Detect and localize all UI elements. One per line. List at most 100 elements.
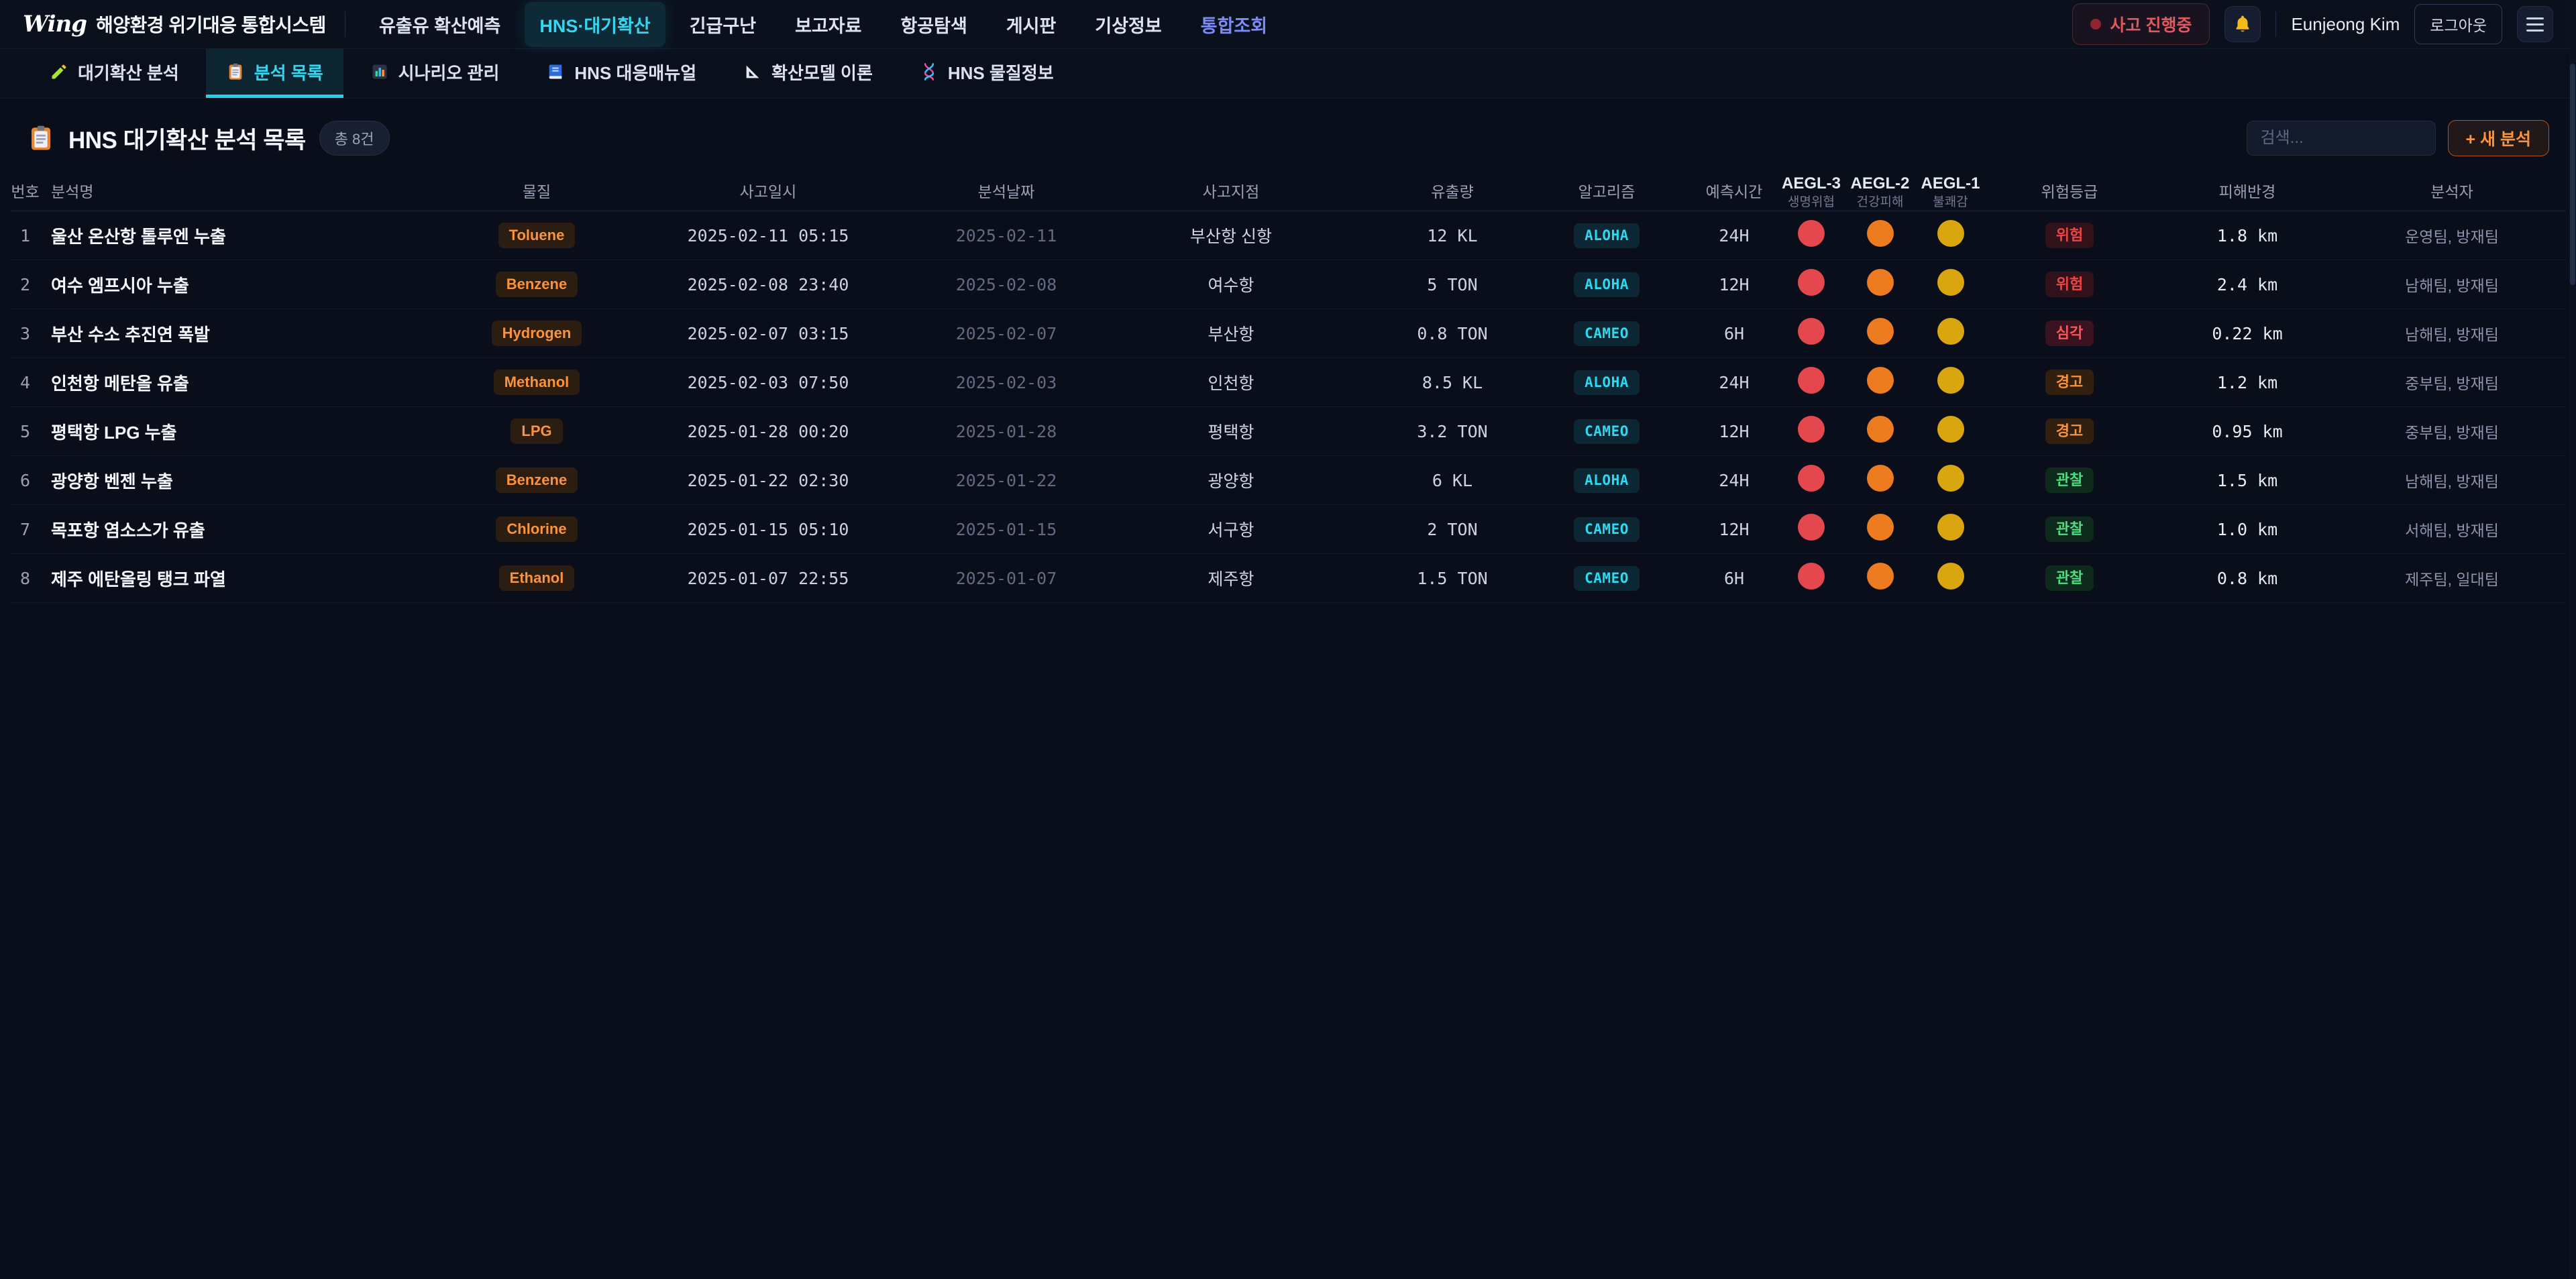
- logo-mark: Wing: [23, 11, 87, 38]
- cell-analysis-name: 목포항 염소스가 유출: [40, 517, 470, 542]
- table-row[interactable]: 6광양항 벤젠 누출Benzene2025-01-22 02:302025-01…: [10, 456, 2566, 505]
- cell-no: 6: [10, 471, 40, 490]
- table-row[interactable]: 4인천항 메탄올 유출Methanol2025-02-03 07:502025-…: [10, 358, 2566, 407]
- cell-risk-grade: 심각: [1986, 321, 2153, 346]
- cell-analysis-name: 광양항 벤젠 누출: [40, 468, 470, 493]
- tab-label: HNS 대응매뉴얼: [574, 60, 696, 85]
- scrollbar[interactable]: [2569, 0, 2576, 1279]
- cell-aegl2: [1845, 269, 1915, 300]
- nav-item-3[interactable]: 보고자료: [780, 2, 876, 47]
- tab-item-2[interactable]: 시나리오 관리: [350, 49, 520, 98]
- cell-aegl2: [1845, 514, 1915, 545]
- cell-aegl1: [1915, 514, 1986, 545]
- nav-item-4[interactable]: 항공탐색: [885, 2, 981, 47]
- cell-forecast-hours: 12H: [1690, 422, 1778, 441]
- logo-title: 해양환경 위기대응 통합시스템: [96, 11, 326, 38]
- nav-item-6[interactable]: 기상정보: [1080, 2, 1176, 47]
- cell-aegl3: [1778, 514, 1845, 545]
- cell-no: 2: [10, 275, 40, 294]
- cell-spill-amount: 0.8 TON: [1382, 324, 1523, 343]
- cell-analyst: 서해팀, 방재팀: [2341, 518, 2563, 541]
- nav-item-7[interactable]: 통합조회: [1186, 2, 1282, 47]
- cell-aegl1: [1915, 367, 1986, 398]
- cell-analysis-date: 2025-01-07: [932, 569, 1080, 588]
- cell-analysis-name: 부산 수소 추진연 폭발: [40, 321, 470, 346]
- cell-aegl2: [1845, 465, 1915, 496]
- tab-item-1[interactable]: 분석 목록: [206, 49, 343, 98]
- notifications-button[interactable]: [2224, 6, 2261, 42]
- tab-item-5[interactable]: HNS 물질정보: [900, 49, 1074, 98]
- topbar: Wing 해양환경 위기대응 통합시스템 유출유 확산예측HNS·대기확산긴급구…: [0, 0, 2576, 49]
- cell-forecast-hours: 12H: [1690, 275, 1778, 294]
- tab-item-3[interactable]: HNS 대응매뉴얼: [526, 49, 716, 98]
- tab-item-0[interactable]: 대기확산 분석: [30, 49, 199, 98]
- cell-incident-datetime: 2025-01-28 00:20: [604, 422, 932, 441]
- material-badge: Chlorine: [496, 516, 577, 542]
- cell-incident-datetime: 2025-02-08 23:40: [604, 275, 932, 294]
- new-analysis-button[interactable]: + 새 분석: [2448, 120, 2550, 156]
- algorithm-badge: CAMEO: [1574, 566, 1640, 591]
- cell-analysis-date: 2025-02-11: [932, 226, 1080, 245]
- cell-incident-location: 인천항: [1080, 370, 1382, 394]
- algorithm-badge: CAMEO: [1574, 321, 1640, 346]
- table-row[interactable]: 8제주 에탄올링 탱크 파열Ethanol2025-01-07 22:55202…: [10, 554, 2566, 603]
- brand-logo[interactable]: Wing 해양환경 위기대응 통합시스템: [23, 11, 326, 38]
- tab-label: 분석 목록: [254, 60, 323, 85]
- nav-item-1[interactable]: HNS·대기확산: [525, 2, 665, 47]
- column-header-2: 물질: [470, 183, 604, 201]
- table-row[interactable]: 1울산 온산항 톨루엔 누출Toluene2025-02-11 05:15202…: [10, 211, 2566, 260]
- cell-aegl1: [1915, 465, 1986, 496]
- column-header-13: 피해반경: [2153, 183, 2341, 201]
- cell-forecast-hours: 12H: [1690, 520, 1778, 539]
- column-header-11: AEGL-1불쾌감: [1915, 174, 1986, 210]
- tab-item-4[interactable]: 확산모델 이론: [723, 49, 893, 98]
- aegl3-circle-icon: [1798, 514, 1825, 541]
- cell-algorithm: CAMEO: [1523, 321, 1690, 346]
- cell-no: 5: [10, 422, 40, 441]
- page-head-actions: + 새 분석: [2247, 120, 2550, 156]
- cell-aegl1: [1915, 269, 1986, 300]
- cell-incident-datetime: 2025-02-07 03:15: [604, 324, 932, 343]
- column-header-1: 분석명: [40, 183, 470, 201]
- tab-label: HNS 물질정보: [948, 60, 1054, 85]
- aegl3-circle-icon: [1798, 465, 1825, 492]
- aegl2-circle-icon: [1867, 514, 1894, 541]
- nav-item-0[interactable]: 유출유 확산예측: [364, 2, 515, 47]
- menu-button[interactable]: [2517, 6, 2553, 42]
- table-header-row: 번호분석명물질사고일시분석날짜사고지점유출량알고리즘예측시간AEGL-3생명위협…: [10, 174, 2566, 211]
- cell-analyst: 제주팀, 일대팀: [2341, 567, 2563, 590]
- cell-incident-location: 부산항 신항: [1080, 223, 1382, 247]
- column-header-10: AEGL-2건강피해: [1845, 174, 1915, 210]
- aegl3-circle-icon: [1798, 416, 1825, 443]
- cell-aegl1: [1915, 220, 1986, 252]
- material-badge: Hydrogen: [492, 321, 582, 346]
- cell-damage-radius: 1.8 km: [2153, 226, 2341, 245]
- logout-button[interactable]: 로그아웃: [2414, 4, 2502, 44]
- cell-incident-location: 부산항: [1080, 321, 1382, 345]
- table-row[interactable]: 2여수 엠프시아 누출Benzene2025-02-08 23:402025-0…: [10, 260, 2566, 309]
- cell-forecast-hours: 24H: [1690, 373, 1778, 392]
- table-row[interactable]: 3부산 수소 추진연 폭발Hydrogen2025-02-07 03:15202…: [10, 309, 2566, 358]
- cell-material: Chlorine: [470, 516, 604, 542]
- cell-material: Ethanol: [470, 565, 604, 591]
- cell-analysis-date: 2025-01-28: [932, 422, 1080, 441]
- cell-analyst: 운영팀, 방재팀: [2341, 224, 2563, 247]
- risk-grade-badge: 관찰: [2045, 565, 2094, 591]
- sub-tabbar: 대기확산 분석 분석 목록 시나리오 관리 HNS 대응매뉴얼 확산모델 이론 HNS 물…: [0, 49, 2576, 99]
- analysis-table: 번호분석명물질사고일시분석날짜사고지점유출량알고리즘예측시간AEGL-3생명위협…: [0, 174, 2576, 603]
- column-header-8: 예측시간: [1690, 183, 1778, 201]
- aegl1-circle-icon: [1937, 318, 1964, 345]
- cell-aegl2: [1845, 367, 1915, 398]
- aegl1-circle-icon: [1937, 416, 1964, 443]
- tab-label: 대기확산 분석: [78, 60, 179, 85]
- cell-material: Benzene: [470, 272, 604, 297]
- nav-item-2[interactable]: 긴급구난: [675, 2, 771, 47]
- table-row[interactable]: 5평택항 LPG 누출LPG2025-01-28 00:202025-01-28…: [10, 407, 2566, 456]
- table-row[interactable]: 7목포항 염소스가 유출Chlorine2025-01-15 05:102025…: [10, 505, 2566, 554]
- aegl2-circle-icon: [1867, 269, 1894, 296]
- scrollbar-thumb[interactable]: [2570, 64, 2575, 285]
- search-input[interactable]: [2247, 121, 2436, 156]
- aegl1-circle-icon: [1937, 465, 1964, 492]
- nav-item-5[interactable]: 게시판: [991, 2, 1071, 47]
- cell-analysis-date: 2025-02-03: [932, 373, 1080, 392]
